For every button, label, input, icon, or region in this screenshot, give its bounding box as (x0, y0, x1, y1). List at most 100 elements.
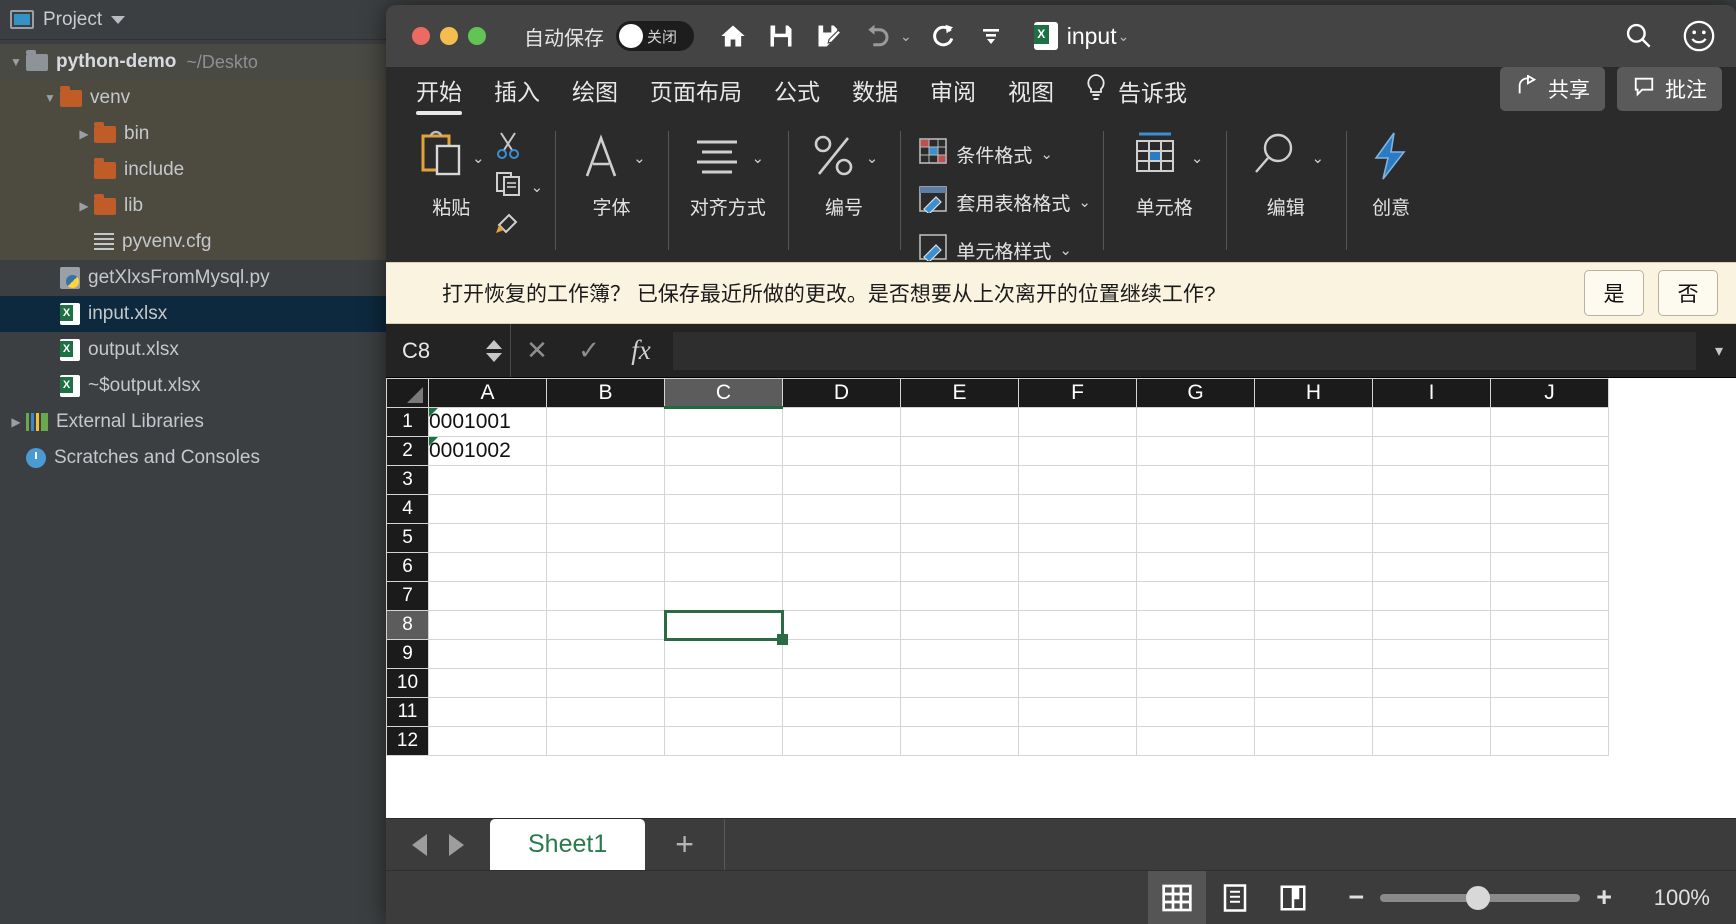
conditional-format-button[interactable]: 条件格式 ⌄ (918, 137, 1091, 171)
ribbon-tab-页面布局[interactable]: 页面布局 (634, 69, 758, 119)
sheet-nav-buttons[interactable] (386, 819, 490, 870)
ribbon-tab-绘图[interactable]: 绘图 (556, 69, 634, 119)
cell-D10[interactable] (782, 668, 901, 698)
cell-D9[interactable] (782, 639, 901, 669)
cell-H5[interactable] (1254, 523, 1373, 553)
cell-H10[interactable] (1254, 668, 1373, 698)
cell-J12[interactable] (1490, 726, 1609, 756)
cell-E11[interactable] (900, 697, 1019, 727)
confirm-edit-button[interactable]: ✓ (563, 335, 615, 366)
cell-I10[interactable] (1372, 668, 1491, 698)
cell-E8[interactable] (900, 610, 1019, 640)
cell-C11[interactable] (664, 697, 783, 727)
cell-I11[interactable] (1372, 697, 1491, 727)
cell-A10[interactable] (428, 668, 547, 698)
document-chevron-down-icon[interactable]: ⌄ (1118, 28, 1130, 45)
column-header-J[interactable]: J (1490, 378, 1609, 408)
row-header-8[interactable]: 8 (386, 610, 429, 640)
next-sheet-icon[interactable] (449, 833, 464, 856)
cell-J2[interactable] (1490, 436, 1609, 466)
cell-F2[interactable] (1018, 436, 1137, 466)
cell-E9[interactable] (900, 639, 1019, 669)
twisty-collapsed-icon[interactable]: ▶ (74, 199, 94, 213)
close-window-button[interactable] (412, 27, 430, 45)
cell-E4[interactable] (900, 494, 1019, 524)
row-header-5[interactable]: 5 (386, 523, 429, 553)
cell-C10[interactable] (664, 668, 783, 698)
stepper-down-icon[interactable] (486, 352, 502, 362)
cell-F8[interactable] (1018, 610, 1137, 640)
cell-H4[interactable] (1254, 494, 1373, 524)
cell-F7[interactable] (1018, 581, 1137, 611)
cell-C12[interactable] (664, 726, 783, 756)
row-header-12[interactable]: 12 (386, 726, 429, 756)
format-painter-button[interactable] (495, 209, 544, 241)
cell-G7[interactable] (1136, 581, 1255, 611)
cell-I12[interactable] (1372, 726, 1491, 756)
cell-C8[interactable] (664, 610, 783, 640)
cell-D7[interactable] (782, 581, 901, 611)
cells-chevron-down-icon[interactable]: ⌄ (1191, 149, 1204, 167)
cell-G3[interactable] (1136, 465, 1255, 495)
cell-J4[interactable] (1490, 494, 1609, 524)
conditional-format-chevron-down-icon[interactable]: ⌄ (1040, 145, 1053, 163)
cell-F1[interactable] (1018, 407, 1137, 437)
cell-B2[interactable] (546, 436, 665, 466)
recovery-yes-button[interactable]: 是 (1584, 270, 1644, 316)
cell-A1[interactable]: 0001001 (428, 407, 547, 437)
cell-I7[interactable] (1372, 581, 1491, 611)
cell-I1[interactable] (1372, 407, 1491, 437)
ribbon-tab-开始[interactable]: 开始 (400, 69, 478, 119)
cell-F6[interactable] (1018, 552, 1137, 582)
add-sheet-button[interactable]: + (645, 819, 725, 870)
cell-A12[interactable] (428, 726, 547, 756)
editing-chevron-down-icon[interactable]: ⌄ (1312, 149, 1325, 167)
stepper-up-icon[interactable] (486, 339, 502, 349)
sheet-tab-sheet1[interactable]: Sheet1 (490, 819, 646, 870)
row-header-9[interactable]: 9 (386, 639, 429, 669)
zoom-control[interactable]: − + 100% (1348, 882, 1710, 913)
cell-J5[interactable] (1490, 523, 1609, 553)
cell-styles-chevron-down-icon[interactable]: ⌄ (1059, 241, 1072, 259)
row-header-11[interactable]: 11 (386, 697, 429, 727)
cell-C1[interactable] (664, 407, 783, 437)
editing-button[interactable]: ⌄ 编辑 (1238, 127, 1335, 220)
cell-I8[interactable] (1372, 610, 1491, 640)
undo-icon[interactable] (860, 19, 894, 53)
cell-A4[interactable] (428, 494, 547, 524)
cell-F11[interactable] (1018, 697, 1137, 727)
twisty-expanded-icon[interactable]: ▼ (6, 55, 26, 69)
cell-E6[interactable] (900, 552, 1019, 582)
cell-B5[interactable] (546, 523, 665, 553)
save-icon[interactable] (764, 19, 798, 53)
cell-C6[interactable] (664, 552, 783, 582)
cell-J6[interactable] (1490, 552, 1609, 582)
cell-C5[interactable] (664, 523, 783, 553)
cell-A8[interactable] (428, 610, 547, 640)
page-break-icon[interactable] (1264, 871, 1322, 924)
row-header-3[interactable]: 3 (386, 465, 429, 495)
cell-E7[interactable] (900, 581, 1019, 611)
cell-E3[interactable] (900, 465, 1019, 495)
cell-A9[interactable] (428, 639, 547, 669)
cell-C4[interactable] (664, 494, 783, 524)
row-header-7[interactable]: 7 (386, 581, 429, 611)
chevron-down-icon[interactable] (111, 15, 126, 24)
window-controls[interactable] (412, 27, 486, 45)
cell-G4[interactable] (1136, 494, 1255, 524)
cell-F10[interactable] (1018, 668, 1137, 698)
zoom-out-button[interactable]: − (1348, 882, 1364, 913)
cell-G11[interactable] (1136, 697, 1255, 727)
ribbon-tab-审阅[interactable]: 审阅 (914, 69, 992, 119)
comment-button[interactable]: 批注 (1617, 67, 1722, 111)
normal-view-icon[interactable] (1148, 870, 1207, 924)
column-header-B[interactable]: B (546, 378, 665, 408)
number-format-button[interactable]: ⌄ 编号 (800, 127, 889, 220)
cell-G9[interactable] (1136, 639, 1255, 669)
cell-F5[interactable] (1018, 523, 1137, 553)
cell-I9[interactable] (1372, 639, 1491, 669)
cell-J1[interactable] (1490, 407, 1609, 437)
cell-H9[interactable] (1254, 639, 1373, 669)
copy-button[interactable]: ⌄ (495, 171, 543, 203)
cell-H7[interactable] (1254, 581, 1373, 611)
